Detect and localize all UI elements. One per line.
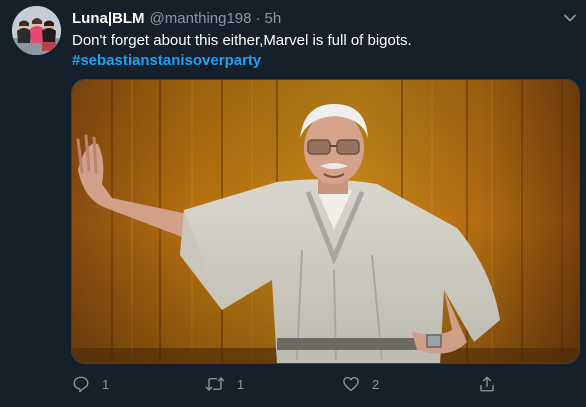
heart-icon [343,376,359,392]
avatar[interactable] [12,6,61,55]
separator-dot: · [255,10,261,27]
like-button[interactable]: 2 [342,374,379,394]
share-icon [480,376,494,392]
reply-count: 1 [102,376,110,392]
hashtag-link[interactable]: #sebastianstanisoverparty [72,51,261,71]
chevron-down-icon [564,14,576,22]
retweet-count: 1 [237,376,245,392]
reply-button[interactable]: 1 [72,374,109,394]
retweet-icon [205,377,225,391]
avatar-image [12,6,61,55]
media-photo [72,80,579,363]
like-count: 2 [372,376,380,392]
action-bar: 1 1 2 [72,374,502,394]
user-handle[interactable]: @manthing198 [150,9,252,29]
share-button[interactable] [478,374,496,394]
tweet: Luna|BLM @manthing198 · 5h Don't forget … [0,0,586,407]
more-menu-button[interactable] [560,8,580,28]
reply-icon [73,376,89,393]
tweet-text: Don't forget about this either,Marvel is… [72,32,412,49]
tweet-header: Luna|BLM @manthing198 · 5h [72,9,281,29]
tweet-media[interactable] [71,79,580,364]
display-name[interactable]: Luna|BLM [72,9,145,29]
timestamp[interactable]: 5h [265,9,282,29]
retweet-button[interactable]: 1 [205,374,244,394]
